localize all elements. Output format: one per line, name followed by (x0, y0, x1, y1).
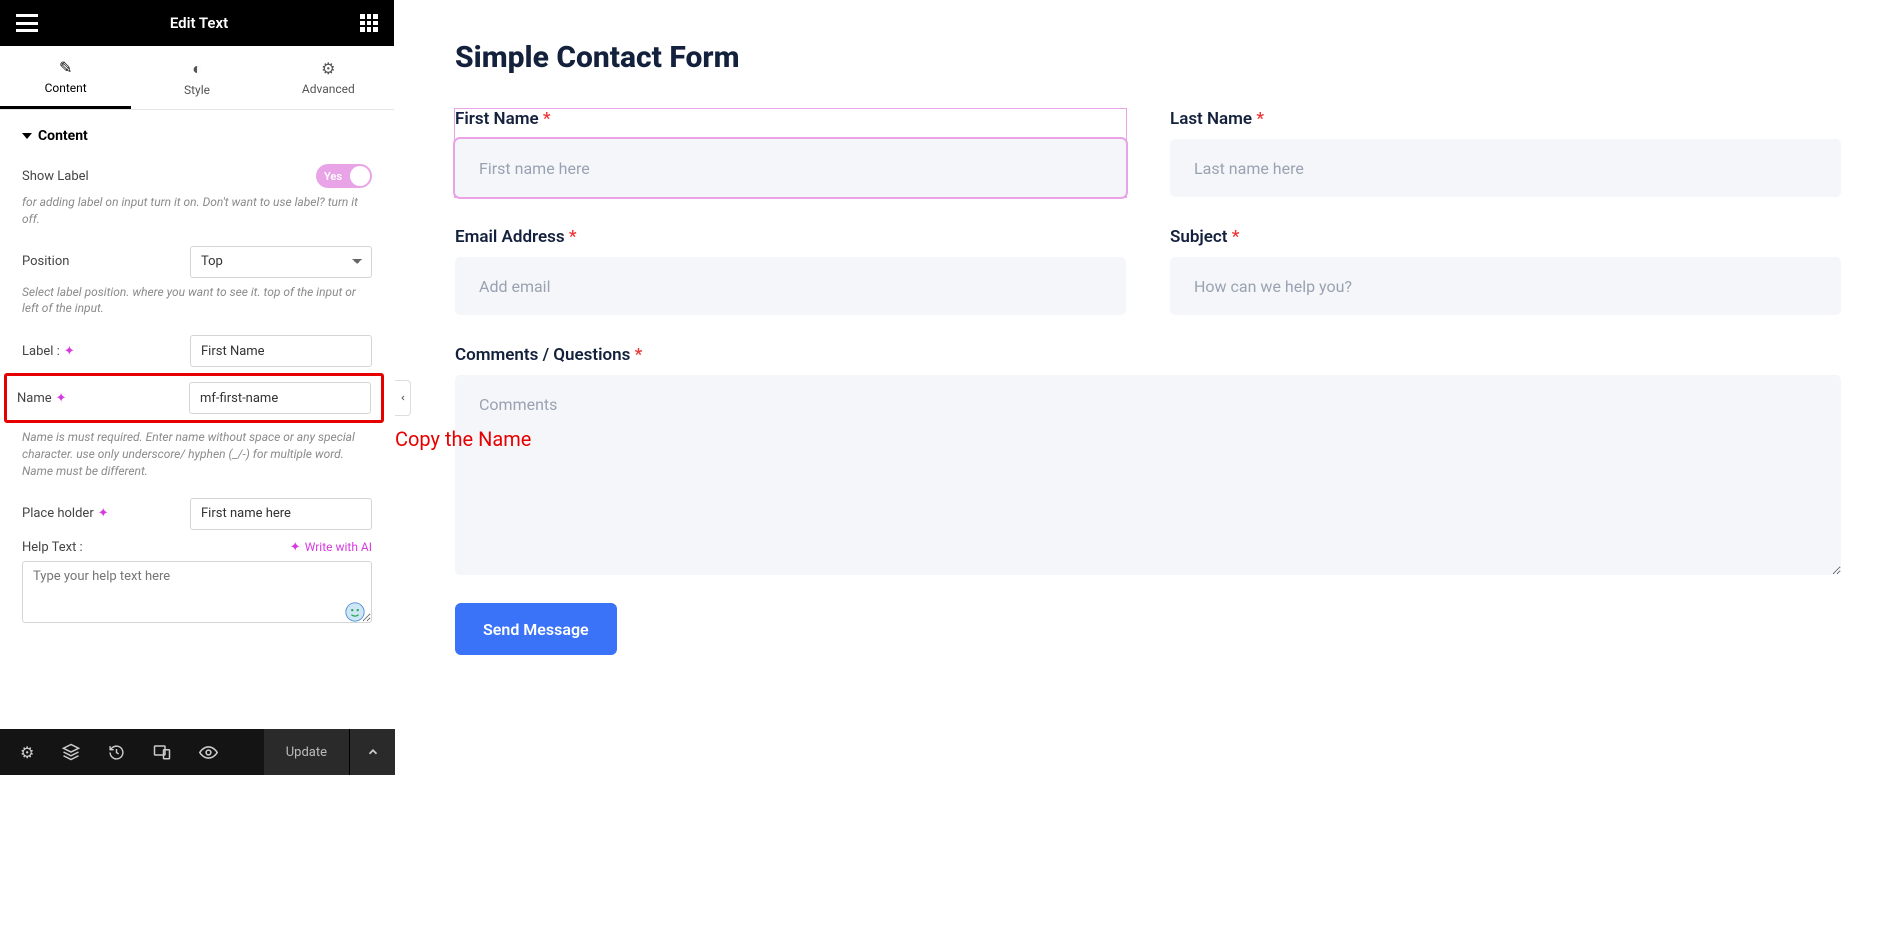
field-comments[interactable]: Comments / Questions * (455, 345, 1841, 575)
editor-panel: Edit Text ✎ Content ◐ Style ⚙ Advanced C… (0, 0, 395, 775)
pencil-icon: ✎ (59, 58, 72, 77)
first-name-input[interactable] (455, 139, 1126, 197)
ai-assistant-badge-icon[interactable] (344, 601, 366, 623)
row-placeholder: Place holder ✦ (22, 498, 372, 530)
send-message-button[interactable]: Send Message (455, 603, 617, 655)
tab-advanced[interactable]: ⚙ Advanced (263, 46, 394, 109)
footer-icons: ⚙ (0, 743, 218, 762)
section-title-text: Content (38, 128, 88, 144)
field-last-name[interactable]: Last Name * (1170, 109, 1841, 197)
form-grid: First Name * Last Name * Email Address *… (455, 109, 1841, 575)
email-label: Email Address * (455, 227, 1126, 247)
panel-header: Edit Text (0, 0, 394, 46)
layers-icon[interactable] (62, 743, 80, 761)
label-field-input[interactable] (190, 335, 372, 367)
required-star: * (1256, 109, 1264, 129)
placeholder-input[interactable] (190, 498, 372, 530)
name-field-label: Name ✦ (17, 391, 67, 406)
menu-icon[interactable] (16, 14, 38, 32)
required-star: * (635, 345, 643, 365)
show-label-hint: for adding label on input turn it on. Do… (22, 194, 372, 228)
position-label: Position (22, 254, 69, 269)
responsive-icon[interactable] (153, 743, 171, 761)
update-button[interactable]: Update (264, 729, 349, 775)
panel-collapse-handle[interactable] (395, 380, 411, 416)
settings-icon[interactable]: ⚙ (20, 743, 34, 762)
caret-down-icon (22, 133, 32, 139)
preview-canvas: Simple Contact Form First Name * Last Na… (395, 0, 1901, 939)
help-text-textarea[interactable] (22, 561, 372, 623)
help-text-label: Help Text : (22, 540, 83, 555)
field-email[interactable]: Email Address * (455, 227, 1126, 315)
name-field-input[interactable] (189, 382, 371, 414)
gear-icon: ⚙ (321, 59, 335, 78)
sparkle-icon: ✦ (98, 506, 109, 521)
form-title: Simple Contact Form (455, 40, 1841, 75)
email-input[interactable] (455, 257, 1126, 315)
comments-textarea[interactable] (455, 375, 1841, 575)
panel-tabs: ✎ Content ◐ Style ⚙ Advanced (0, 46, 394, 110)
toggle-text: Yes (324, 170, 342, 183)
position-hint: Select label position. where you want to… (22, 284, 372, 318)
section-toggle-content[interactable]: Content (22, 128, 372, 144)
field-first-name[interactable]: First Name * (455, 109, 1126, 197)
placeholder-label: Place holder ✦ (22, 506, 109, 521)
widgets-grid-icon[interactable] (360, 14, 378, 32)
last-name-input[interactable] (1170, 139, 1841, 197)
row-name-field: Name ✦ (4, 373, 384, 423)
preview-eye-icon[interactable] (199, 743, 218, 762)
required-star: * (543, 109, 551, 129)
sparkle-icon: ✦ (290, 540, 301, 555)
show-label-toggle[interactable]: Yes (316, 164, 372, 188)
footer-expand-icon[interactable] (349, 729, 395, 775)
field-subject[interactable]: Subject * (1170, 227, 1841, 315)
position-select[interactable]: Top (190, 246, 372, 278)
required-star: * (569, 227, 577, 247)
annotation-copy-name: Copy the Name (395, 427, 531, 451)
tab-content[interactable]: ✎ Content (0, 46, 131, 109)
panel-body: Content Show Label Yes for adding label … (0, 110, 394, 775)
show-label-label: Show Label (22, 169, 89, 184)
row-help-text: Help Text : ✦ Write with AI (22, 540, 372, 555)
subject-label: Subject * (1170, 227, 1841, 247)
row-position: Position Top (22, 246, 372, 278)
last-name-label: Last Name * (1170, 109, 1841, 129)
required-star: * (1232, 227, 1240, 247)
tab-label: Content (45, 81, 87, 95)
write-with-ai-link[interactable]: ✦ Write with AI (290, 540, 372, 555)
tab-style[interactable]: ◐ Style (131, 46, 262, 109)
contrast-icon: ◐ (192, 59, 202, 79)
sparkle-icon: ✦ (64, 344, 75, 359)
tab-label: Style (184, 83, 210, 97)
toggle-knob (350, 166, 370, 186)
sparkle-icon: ✦ (56, 391, 67, 406)
tab-label: Advanced (302, 82, 355, 96)
help-text-wrap (22, 561, 372, 627)
first-name-label: First Name * (455, 109, 1126, 129)
name-field-hint: Name is must required. Enter name withou… (22, 429, 372, 479)
panel-footer: ⚙ Update (0, 729, 395, 775)
row-label-field: Label : ✦ (22, 335, 372, 367)
comments-label: Comments / Questions * (455, 345, 1841, 365)
label-field-label: Label : ✦ (22, 344, 75, 359)
history-icon[interactable] (108, 744, 125, 761)
panel-title: Edit Text (170, 14, 228, 32)
row-show-label: Show Label Yes (22, 164, 372, 188)
subject-input[interactable] (1170, 257, 1841, 315)
